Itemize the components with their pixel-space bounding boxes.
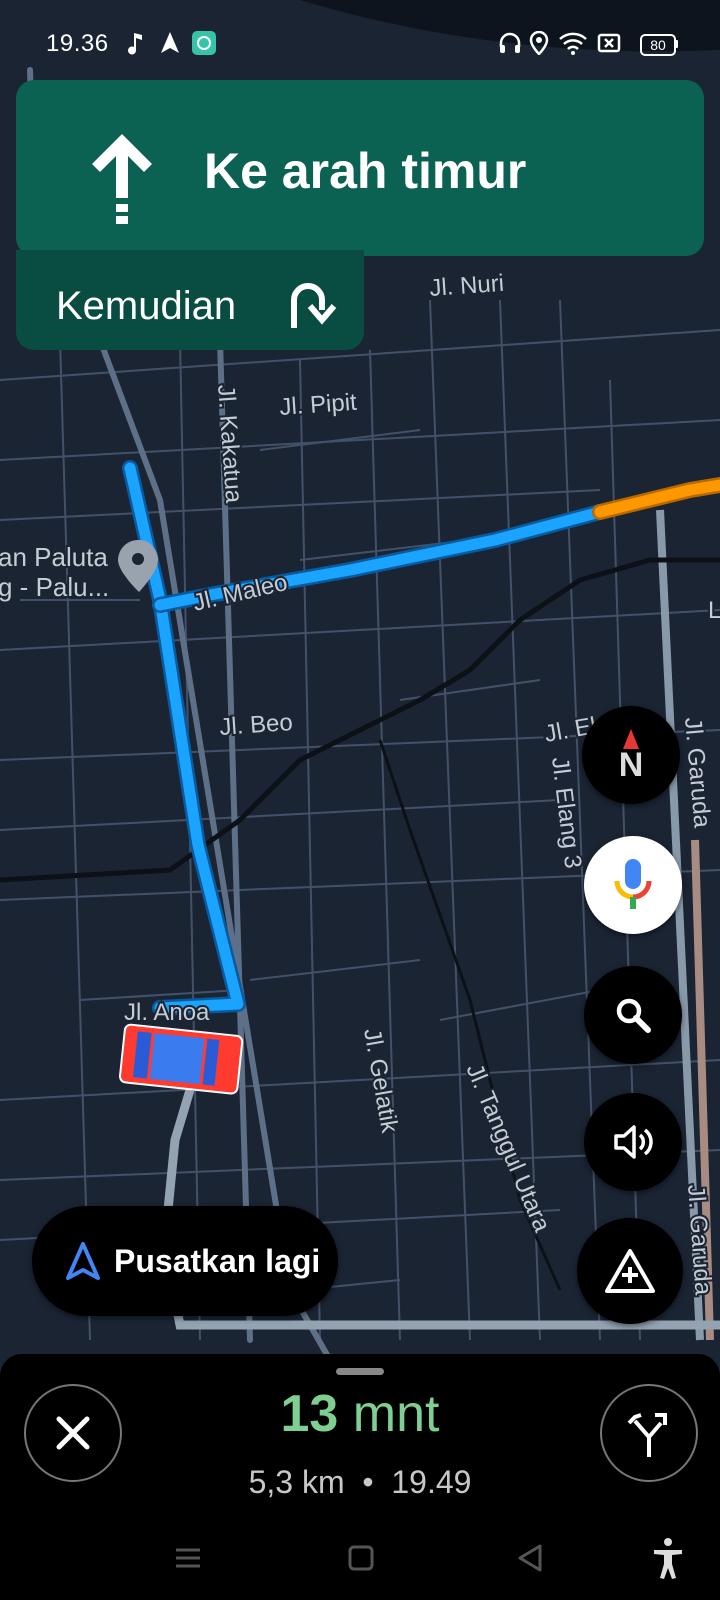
drag-handle[interactable] (336, 1368, 384, 1375)
report-incident-button[interactable] (577, 1218, 683, 1324)
arrival-time: 19.49 (391, 1464, 472, 1500)
accessibility-icon[interactable] (654, 1538, 682, 1579)
street-label: Jl. Beo (219, 709, 294, 741)
navigation-icon (158, 30, 182, 56)
compass-button[interactable]: N (582, 706, 680, 804)
battery-indicator: 80 (640, 34, 676, 56)
street-label: Jl. Pipit (279, 389, 358, 421)
u-turn-right-icon (291, 283, 337, 328)
trip-details: 5,3 km • 19.49 (0, 1464, 720, 1501)
battery-cap (675, 40, 678, 48)
music-note-icon (124, 30, 146, 56)
add-report-icon (605, 1249, 655, 1293)
next-turn-card[interactable]: Kemudian (16, 250, 364, 350)
direction-text: Ke arah timur (204, 143, 527, 199)
route-fork-icon (627, 1413, 667, 1457)
sound-button[interactable] (584, 1093, 682, 1191)
microphone-icon (614, 859, 652, 909)
alternate-routes-button[interactable] (600, 1384, 698, 1482)
back-icon[interactable] (518, 1544, 542, 1572)
eta-number: 13 (280, 1385, 339, 1443)
no-sim-icon (596, 30, 622, 56)
speaker-icon (614, 1125, 653, 1159)
clock: 19.36 (46, 30, 109, 57)
street-label: L (708, 597, 720, 624)
car-position-icon (118, 1023, 244, 1095)
place-label: an Paluta (0, 542, 108, 572)
voice-search-button[interactable] (584, 836, 682, 934)
then-label: Kemudian (56, 284, 237, 328)
distance-remaining: 5,3 km (248, 1464, 345, 1500)
separator-dot: • (362, 1464, 374, 1500)
status-bar: 19.36 80 (0, 0, 720, 88)
recenter-button[interactable]: Pusatkan lagi (32, 1206, 338, 1316)
straight-arrow-icon (92, 134, 152, 224)
app-notification-icon (192, 30, 216, 56)
search-icon (616, 998, 651, 1033)
street-label: Jl. Nuri (429, 270, 505, 302)
turn-instruction-card[interactable]: Ke arah timur (16, 80, 704, 256)
compass-label: N (618, 746, 644, 784)
location-icon (528, 30, 550, 56)
street-label: Jl. Anoa (124, 999, 210, 1026)
wifi-icon (558, 30, 588, 56)
navigation-arrow-icon (66, 1242, 100, 1280)
compass-icon: N (618, 729, 644, 784)
headphones-icon (498, 30, 522, 56)
recents-menu-icon[interactable] (176, 1548, 200, 1568)
home-icon[interactable] (348, 1545, 374, 1571)
search-button[interactable] (584, 966, 682, 1064)
place-label: g - Palu... (0, 572, 109, 602)
recenter-label: Pusatkan lagi (114, 1242, 321, 1279)
eta-unit: mnt (352, 1385, 440, 1443)
system-navigation-bar (0, 1530, 720, 1590)
